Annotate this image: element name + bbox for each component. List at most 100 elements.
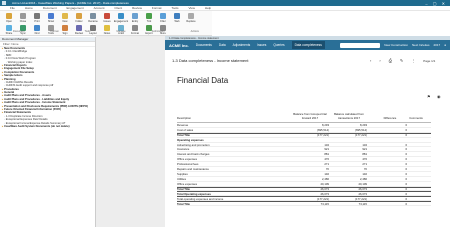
view-icon[interactable]: ◉ — [437, 94, 441, 99]
ribbon-button-engagement[interactable]: Engagement — [114, 12, 128, 24]
empty-workspace — [96, 36, 165, 227]
year-label[interactable]: 2017 — [434, 43, 441, 47]
document-content: 1-3 Data completeness - Income statement… — [165, 50, 450, 227]
document-toolbar: ‹ › ⎙ ✎ ⋮ Page 1/1 — [370, 58, 435, 63]
cell-desc: Utilities — [177, 176, 187, 181]
next-label[interactable]: Next Inrieties — [412, 43, 430, 47]
ribbon-button-show[interactable]: Show — [44, 12, 58, 24]
cell-difference: 0 — [405, 201, 407, 206]
menu-item-file[interactable]: File — [10, 6, 15, 10]
cell-balance-calculated: 70 — [363, 166, 367, 171]
top-nav-bar: ACME Inc. Documents Data Adjustments Issues… — [165, 40, 450, 50]
ribbon-button-label: Close — [19, 20, 27, 23]
new-icon — [62, 13, 68, 19]
cell-desc: Repairs and maintenance — [177, 166, 209, 171]
cell-difference: 0 — [405, 133, 407, 138]
edit-icon[interactable]: ✎ — [400, 58, 403, 63]
ribbon-button-new[interactable]: New — [58, 12, 72, 24]
window-controls[interactable]: ‒ ▢ ✕ — [425, 1, 447, 6]
folder-icon — [76, 13, 82, 19]
cell-balance-calculated: 26,073 — [358, 187, 367, 192]
open-icon — [6, 13, 12, 19]
cell-balance-grouped: 271 — [324, 162, 329, 167]
nav-data[interactable]: Data — [219, 43, 226, 47]
menu-item-account[interactable]: Account — [94, 6, 105, 10]
cell-balance-calculated: (695,514) — [355, 127, 367, 132]
cell-difference: 0 — [405, 171, 407, 176]
menu-item-home[interactable]: Home — [25, 6, 33, 10]
ribbon-button-open[interactable]: Open — [2, 12, 16, 24]
tree-item[interactable]: ▸ CaseWare Audit System Documents (do no… — [0, 125, 95, 128]
cell-balance-grouped: (177,221) — [317, 196, 329, 201]
ribbon-button-filter[interactable]: Filter — [156, 12, 170, 24]
nav-adjustments[interactable]: Adjustments — [233, 43, 251, 47]
menu-item-review[interactable]: Review — [132, 6, 142, 10]
ribbon-button-label: Entity — [131, 20, 139, 23]
cell-balance-calculated: (177,221) — [355, 196, 367, 201]
more-icon[interactable]: ⋮ — [411, 58, 415, 63]
cell-desc: Operating expenses — [177, 137, 204, 142]
ribbon-group-label: Format — [50, 30, 59, 33]
filter-icon — [160, 13, 166, 19]
menu-item-engagement[interactable]: Engagement — [67, 6, 84, 10]
nav-data-completeness[interactable]: Data completeness — [291, 41, 325, 49]
nav-documents[interactable]: Documents — [196, 43, 212, 47]
cell-balance-grouped: 140 — [324, 171, 329, 176]
ribbon-button-folder[interactable]: Folder — [72, 12, 86, 24]
nav-issues[interactable]: Issues — [257, 43, 266, 47]
search-input[interactable] — [340, 42, 381, 48]
cell-balance-grouped: (695,514) — [317, 127, 329, 132]
ribbon-button-web[interactable]: Web — [170, 12, 184, 24]
cell-desc: Insurance — [177, 147, 190, 152]
prev-icon[interactable]: ‹ — [370, 58, 371, 63]
menu-item-format[interactable]: Format — [152, 6, 162, 10]
cell-difference: 0 — [405, 191, 407, 196]
document-manager-panel: Document Manager Filter: None ▸ New Docu… — [0, 37, 96, 227]
ribbon-group-label: Actions — [190, 30, 199, 33]
table-header: Description Balance from Grouped trial f… — [177, 95, 431, 123]
nav-queries[interactable]: Queries — [273, 43, 284, 47]
cell-balance-calculated: 271 — [362, 162, 367, 167]
print-icon[interactable]: ⎙ — [389, 58, 392, 63]
ribbon-button-close[interactable]: Close — [16, 12, 30, 24]
ribbon-button-label: Engagement — [113, 20, 129, 23]
print-icon — [34, 13, 40, 19]
page-title: Financial Data — [177, 76, 229, 85]
next-icon[interactable]: › — [379, 58, 380, 63]
window-title: Acme Ltd.ac2016 - CaseWare Working Paper… — [12, 1, 129, 5]
cell-difference: 0 — [405, 176, 407, 181]
cell-balance-grouped: 70 — [325, 166, 329, 171]
col-description: Description — [177, 115, 191, 120]
ribbon-button-entity[interactable]: Entity — [128, 12, 142, 24]
ribbon-button-issues[interactable]: Issues — [100, 12, 114, 24]
cell-balance-grouped: 26,073 — [320, 187, 329, 192]
ribbon-button-label: Web — [174, 20, 180, 23]
menu-item-view[interactable]: View — [188, 6, 194, 10]
ribbon-button-print[interactable]: Print — [30, 12, 44, 24]
cell-balance-grouped: 73,115 — [320, 201, 329, 206]
menu-item-help[interactable]: Help — [205, 6, 211, 10]
cell-balance-grouped: 2,480 — [322, 176, 329, 181]
ribbon-button-replace[interactable]: Replace — [184, 12, 198, 24]
ribbon-button-label: Tick — [146, 20, 152, 23]
cell-desc: Total Title — [177, 201, 190, 206]
construction-label: New Construction — [384, 43, 408, 47]
menu-item-tools[interactable]: Tools — [171, 6, 178, 10]
ribbon-button-rename[interactable]: Rename — [86, 12, 100, 24]
cell-desc: Cost of sales — [177, 127, 194, 132]
cell-desc: Office expenses — [177, 157, 198, 162]
cell-balance-calculated: 132 — [362, 142, 367, 147]
cell-difference: 0 — [405, 122, 407, 127]
cell-balance-calculated: 20,109 — [358, 181, 367, 186]
app-window: Acme Ltd.ac2016 - CaseWare Working Paper… — [0, 0, 450, 227]
tick-icon — [146, 13, 152, 19]
user-icon[interactable]: ● — [444, 43, 446, 47]
menu-item-document[interactable]: Document — [43, 6, 57, 10]
ribbon-group-label: Manage — [116, 30, 126, 33]
menu-item-client[interactable]: Client — [114, 6, 122, 10]
ribbon-button-tick[interactable]: Tick — [142, 12, 156, 24]
ribbon-button-label: Filter — [160, 20, 166, 23]
ribbon-button-label: Rename — [88, 20, 98, 23]
cell-desc: Total Title — [177, 133, 190, 138]
ribbon-button-label: New — [62, 20, 68, 23]
